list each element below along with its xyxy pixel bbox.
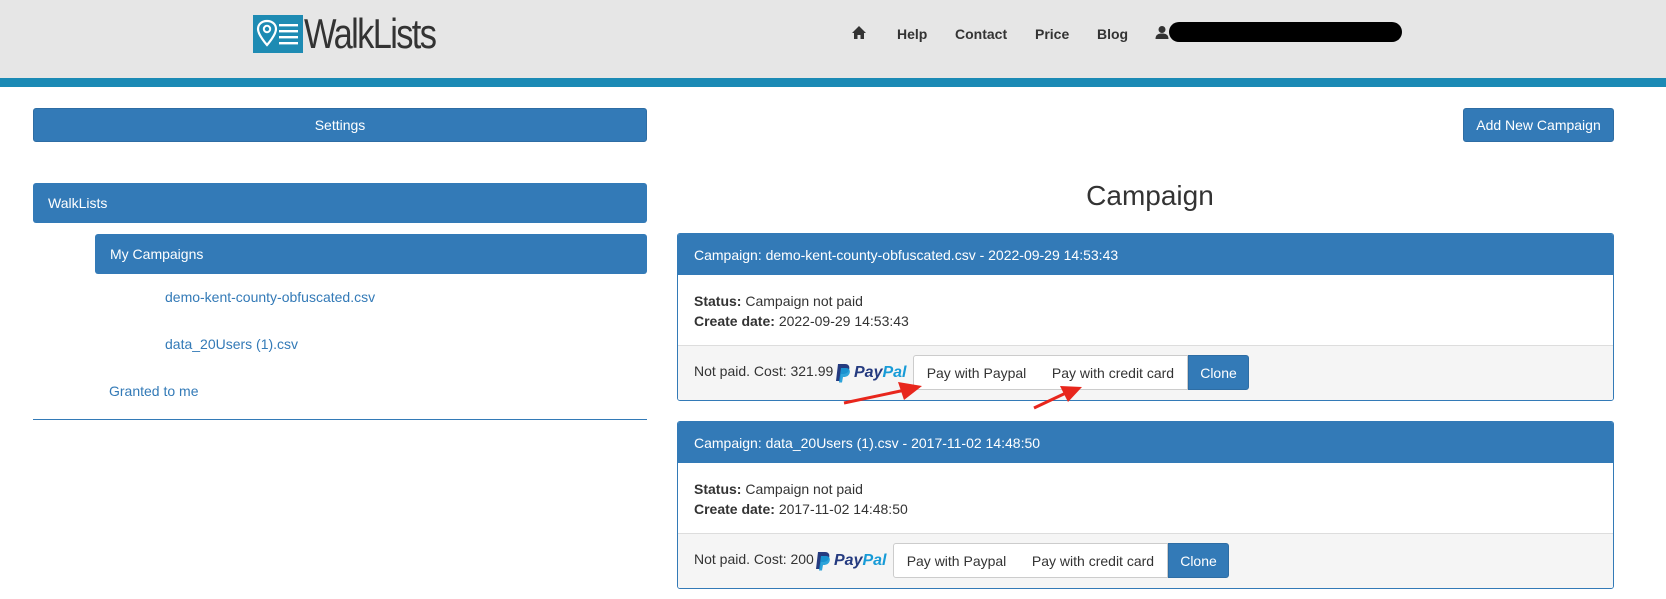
walklists-logo[interactable]: WalkLists [253, 10, 464, 57]
nav-price[interactable]: Price [1035, 26, 1069, 42]
annotation-arrow-icon [843, 382, 922, 405]
top-navbar: WalkLists Help Contact Price Blog [0, 0, 1666, 78]
sidebar-item-my-campaigns[interactable]: My Campaigns [95, 234, 647, 274]
header-accent-bar [0, 78, 1666, 87]
paypal-logo: PayPal [815, 550, 886, 572]
sidebar-campaign-link[interactable]: data_20Users (1).csv [165, 336, 298, 352]
home-icon[interactable] [851, 25, 867, 43]
create-date-value: 2022-09-29 14:53:43 [778, 313, 909, 329]
create-date-label: Create date: [694, 313, 775, 329]
status-label: Status: [694, 293, 742, 309]
sidebar-campaign-link[interactable]: demo-kent-county-obfuscated.csv [165, 289, 375, 305]
campaign-panel: Campaign: demo-kent-county-obfuscated.cs… [677, 233, 1614, 401]
campaign-footer: Not paid. Cost: 321.99 PayPal Pay with P… [678, 346, 1613, 400]
sidebar-item-granted-to-me[interactable]: Granted to me [109, 383, 199, 399]
paypal-pal-text: Pal [862, 552, 887, 569]
create-date-value: 2017-11-02 14:48:50 [778, 501, 908, 517]
settings-button[interactable]: Settings [33, 108, 647, 142]
pay-with-credit-card-button[interactable]: Pay with credit card [1019, 543, 1168, 578]
campaign-panel: Campaign: data_20Users (1).csv - 2017-11… [677, 421, 1614, 589]
sidebar-divider [33, 419, 647, 420]
nav-blog[interactable]: Blog [1097, 26, 1128, 42]
sidebar-item-walklists[interactable]: WalkLists [33, 183, 647, 223]
status-value: Campaign not paid [745, 481, 863, 497]
payment-status-text: Not paid. Cost: 321.99 [694, 363, 834, 379]
map-pin-list-icon [253, 15, 303, 53]
campaign-footer: Not paid. Cost: 200 PayPal Pay with Payp… [678, 534, 1613, 588]
logo-text: WalkLists [304, 10, 437, 57]
user-account-menu[interactable] [1169, 22, 1402, 42]
pay-with-paypal-button[interactable]: Pay with Paypal [893, 543, 1020, 578]
page-title: Campaign [1086, 180, 1214, 211]
campaign-details: Status: Campaign not paid Create date: 2… [678, 463, 1613, 534]
add-new-campaign-button[interactable]: Add New Campaign [1463, 108, 1614, 142]
clone-button[interactable]: Clone [1168, 543, 1229, 578]
annotation-arrow-icon [1033, 386, 1082, 410]
nav-contact[interactable]: Contact [955, 26, 1007, 42]
campaign-heading: Campaign: data_20Users (1).csv - 2017-11… [678, 422, 1613, 463]
status-label: Status: [694, 481, 742, 497]
user-icon[interactable] [1155, 25, 1169, 43]
clone-button[interactable]: Clone [1188, 355, 1249, 390]
create-date-label: Create date: [694, 501, 775, 517]
paypal-icon [816, 552, 830, 571]
status-value: Campaign not paid [745, 293, 863, 309]
payment-status-text: Not paid. Cost: 200 [694, 551, 814, 567]
paypal-pay-text: Pay [834, 552, 863, 569]
campaign-heading: Campaign: demo-kent-county-obfuscated.cs… [678, 234, 1613, 275]
campaign-details: Status: Campaign not paid Create date: 2… [678, 275, 1613, 346]
nav-help[interactable]: Help [897, 26, 927, 42]
